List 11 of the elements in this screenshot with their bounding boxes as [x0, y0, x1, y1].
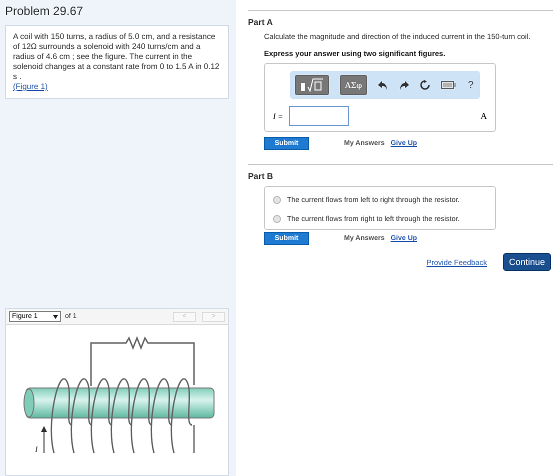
problem-text: A coil with 150 turns, a radius of 5.0 cm, and a resistance of 12Ω surrounds a solenoid with 240 turns/cm and a radius of 4.6 cm ; see the figure. The current in the solenoid changes at a constant rate from 0 to 1.5 A in 0.12 s .	[13, 32, 220, 81]
help-icon[interactable]: ?	[468, 80, 474, 90]
current-label: I	[35, 445, 38, 454]
problem-title: Problem 29.67	[5, 4, 84, 18]
part-title: Part B	[248, 171, 274, 181]
unit-label: A	[480, 111, 487, 121]
symbols-button[interactable]: AΣφ	[340, 75, 368, 95]
figure-link[interactable]: (Figure 1)	[13, 82, 48, 92]
variable-label: I =	[273, 112, 284, 120]
part-title: Part A	[248, 17, 274, 27]
continue-button[interactable]: Continue	[502, 253, 551, 271]
